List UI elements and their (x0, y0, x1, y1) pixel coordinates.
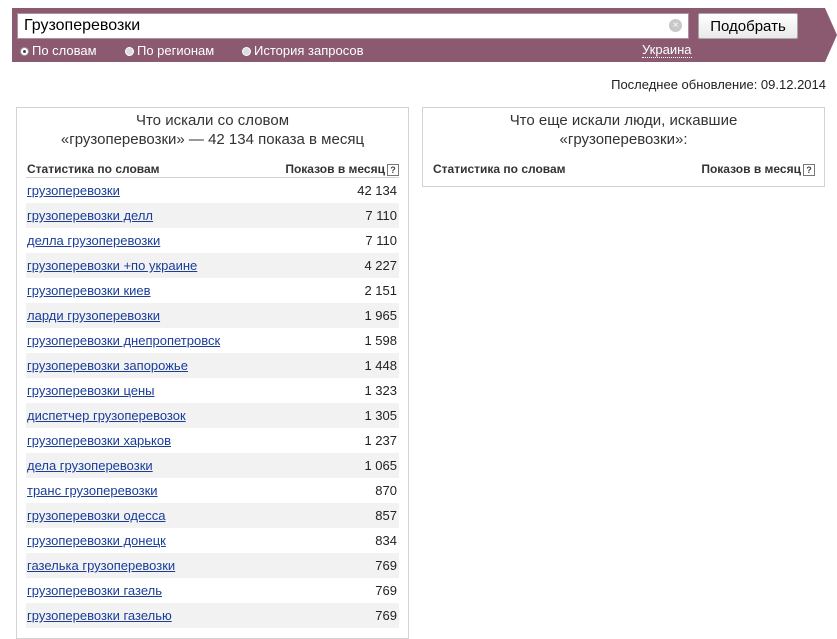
table-row: грузоперевозки запорожье 1 448 (26, 353, 399, 378)
panel-title-line1: Что искали со словом (135, 112, 290, 129)
keyword-link[interactable]: делла грузоперевозки (27, 233, 160, 248)
table-row: грузоперевозки 42 134 (26, 178, 399, 203)
table-row: грузоперевозки +по украине 4 227 (26, 253, 399, 278)
last-update-text: Последнее обновление: 09.12.2014 (611, 77, 826, 92)
keyword-link[interactable]: грузоперевозки киев (27, 283, 151, 298)
table-row: грузоперевозки цены 1 323 (26, 378, 399, 403)
impressions-count: 769 (375, 608, 397, 623)
keyword-link[interactable]: грузоперевозки донецк (27, 533, 166, 548)
keyword-link[interactable]: газелька грузоперевозки (27, 558, 175, 573)
search-bar-arrow (825, 8, 837, 62)
impressions-count: 4 227 (364, 258, 397, 273)
impressions-count: 870 (375, 483, 397, 498)
keyword-link[interactable]: ларди грузоперевозки (27, 308, 160, 323)
impressions-count: 1 323 (364, 383, 397, 398)
keyword-link[interactable]: диспетчер грузоперевозок (27, 408, 186, 423)
panel-title: Что искали со словом «грузоперевозки» — … (17, 108, 408, 149)
keyword-link[interactable]: грузоперевозки одесса (27, 508, 165, 523)
clear-icon[interactable]: × (669, 19, 682, 32)
keyword-link[interactable]: грузоперевозки газелью (27, 608, 172, 623)
table-row: грузоперевозки харьков 1 237 (26, 428, 399, 453)
tab-label: По регионам (137, 43, 215, 58)
keyword-link[interactable]: грузоперевозки днепропетровск (27, 333, 220, 348)
table-row: транс грузоперевозки 870 (26, 478, 399, 503)
keyword-link[interactable]: дела грузоперевозки (27, 458, 153, 473)
keyword-link[interactable]: грузоперевозки харьков (27, 433, 171, 448)
impressions-count: 1 965 (364, 308, 397, 323)
table-row: диспетчер грузоперевозок 1 305 (26, 403, 399, 428)
panel-title-line1: Что еще искали люди, искавшие (509, 112, 738, 129)
table-row: грузоперевозки донецк 834 (26, 528, 399, 553)
panel-title-line2: «грузоперевозки» — 42 134 показа в месяц (60, 131, 365, 148)
keyword-link[interactable]: грузоперевозки запорожье (27, 358, 188, 373)
impressions-count: 769 (375, 558, 397, 573)
submit-button[interactable]: Подобрать (698, 13, 798, 39)
impressions-count: 769 (375, 583, 397, 598)
panel-title: Что еще искали люди, искавшие «грузопере… (423, 108, 824, 149)
region-link[interactable]: Украина (642, 43, 692, 58)
impressions-count: 834 (375, 533, 397, 548)
impressions-count: 1 448 (364, 358, 397, 373)
impressions-count: 42 134 (357, 183, 397, 198)
radio-icon (125, 47, 134, 56)
table-row: грузоперевозки днепропетровск 1 598 (26, 328, 399, 353)
keyword-link[interactable]: грузоперевозки цены (27, 383, 155, 398)
impressions-count: 1 598 (364, 333, 397, 348)
column-header-count-label: Показов в месяц (701, 162, 801, 176)
keyword-list: грузоперевозки 42 134 грузоперевозки делл… (26, 178, 399, 628)
impressions-count: 1 237 (364, 433, 397, 448)
keyword-link[interactable]: грузоперевозки делл (27, 208, 153, 223)
table-row: грузоперевозки одесса 857 (26, 503, 399, 528)
keyword-link[interactable]: грузоперевозки газель (27, 583, 162, 598)
related-searches-panel: Что еще искали люди, искавшие «грузопере… (422, 107, 825, 187)
keyword-link[interactable]: грузоперевозки (27, 183, 120, 198)
table-row: ларди грузоперевозки 1 965 (26, 303, 399, 328)
search-bar: × Подобрать По словам По регионам Истори… (12, 8, 837, 62)
tab-label: По словам (32, 43, 97, 58)
impressions-count: 7 110 (365, 208, 397, 223)
table-row: делла грузоперевозки 7 110 (26, 228, 399, 253)
tab-label: История запросов (254, 43, 364, 58)
column-header-phrase: Статистика по словам (433, 162, 566, 176)
column-header-count-label: Показов в месяц (285, 162, 385, 176)
tab-by-words[interactable]: По словам (20, 43, 97, 58)
table-row: газелька грузоперевозки 769 (26, 553, 399, 578)
search-box[interactable]: × (17, 13, 689, 39)
help-icon[interactable]: ? (387, 164, 399, 176)
panel-title-line2: «грузоперевозки»: (559, 131, 688, 148)
search-input[interactable] (24, 16, 664, 36)
column-header-phrase: Статистика по словам (27, 162, 160, 176)
radio-selected-icon (20, 47, 29, 56)
help-icon[interactable]: ? (803, 164, 815, 176)
impressions-count: 7 110 (365, 233, 397, 248)
table-row: грузоперевозки газелью 769 (26, 603, 399, 628)
table-row: грузоперевозки газель 769 (26, 578, 399, 603)
column-header-count: Показов в месяц? (285, 162, 399, 176)
tab-query-history[interactable]: История запросов (242, 43, 364, 58)
impressions-count: 857 (375, 508, 397, 523)
keyword-link[interactable]: транс грузоперевозки (27, 483, 158, 498)
table-row: грузоперевозки киев 2 151 (26, 278, 399, 303)
impressions-count: 2 151 (364, 283, 397, 298)
table-row: дела грузоперевозки 1 065 (26, 453, 399, 478)
radio-icon (242, 47, 251, 56)
column-header: Статистика по словам Показов в месяц? (26, 159, 399, 178)
impressions-count: 1 065 (364, 458, 397, 473)
keyword-link[interactable]: грузоперевозки +по украине (27, 258, 197, 273)
column-header-count: Показов в месяц? (701, 162, 815, 176)
table-row: грузоперевозки делл 7 110 (26, 203, 399, 228)
impressions-count: 1 305 (364, 408, 397, 423)
tab-by-regions[interactable]: По регионам (125, 43, 214, 58)
column-header: Статистика по словам Показов в месяц? (432, 159, 815, 177)
keyword-stats-panel: Что искали со словом «грузоперевозки» — … (16, 107, 409, 639)
